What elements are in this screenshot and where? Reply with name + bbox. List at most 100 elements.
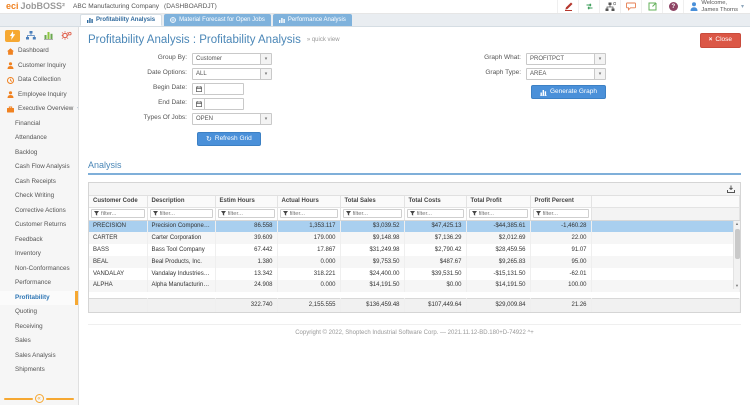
table-scrollbar[interactable]: ▲ ▼ — [733, 220, 740, 290]
sidebar-collapse-button[interactable]: « — [0, 392, 78, 405]
divider — [4, 397, 33, 400]
filter-description[interactable] — [159, 210, 210, 217]
funnel-icon[interactable] — [282, 211, 288, 216]
col-total-costs[interactable]: Total Costs — [404, 195, 467, 208]
chevron-down-icon[interactable]: ▾ — [594, 53, 605, 64]
col-total-profit[interactable]: Total Profit — [466, 195, 531, 208]
sidebar-sub-check-writing[interactable]: Check Writing — [0, 189, 78, 204]
sync-button[interactable] — [578, 0, 599, 13]
tab-profitability-analysis[interactable]: Profitability Analysis — [80, 14, 163, 26]
sidebar-item-customer-inquiry[interactable]: Customer Inquiry — [0, 59, 78, 74]
sidebar-sub-attendance[interactable]: Attendance — [0, 131, 78, 146]
types-of-jobs-select[interactable]: OPEN ▾ — [192, 112, 272, 125]
sidebar-sub-inventory[interactable]: Inventory — [0, 247, 78, 262]
funnel-icon[interactable] — [409, 211, 415, 216]
table-row-carter[interactable]: CARTER Carter Corporation 39.609 179.000 $… — [89, 232, 740, 245]
sidebar-sub-sales[interactable]: Sales — [0, 334, 78, 349]
col-profit-percent[interactable]: Profit Percent — [530, 195, 592, 208]
sidebar-item-employee-inquiry[interactable]: Employee Inquiry — [0, 88, 78, 103]
filter-actual-hours[interactable] — [289, 210, 335, 217]
begin-date-field[interactable] — [192, 82, 244, 95]
filter-total-sales[interactable] — [352, 210, 399, 217]
filter-profit-percent[interactable] — [542, 210, 586, 217]
sidebar-sub-financial[interactable]: Financial — [0, 117, 78, 132]
sidebar-sub-performance[interactable]: Performance — [0, 276, 78, 291]
tab-material-forecast[interactable]: Material Forecast for Open Jobs — [164, 14, 271, 26]
chevron-down-icon[interactable]: ▾ — [594, 68, 605, 79]
begin-date-input[interactable] — [205, 83, 243, 94]
chevron-down-icon[interactable]: ▾ — [260, 68, 271, 79]
table-row-vandalay[interactable]: VANDALAY Vandalay Industries, Inc. 13.342… — [89, 268, 740, 280]
generate-graph-button[interactable]: Generate Graph — [531, 85, 606, 99]
chevron-down-icon: ▾ — [77, 106, 78, 112]
help-button[interactable]: ? — [662, 0, 683, 13]
sidebar-sub-cash-flow-analysis[interactable]: Cash Flow Analysis — [0, 160, 78, 175]
quick-actions-button[interactable] — [5, 29, 20, 42]
col-description[interactable]: Description — [147, 195, 216, 208]
sidebar-sub-backlog[interactable]: Backlog — [0, 146, 78, 161]
sidebar-sub-corrective-actions[interactable]: Corrective Actions — [0, 204, 78, 219]
open-external-button[interactable] — [641, 0, 662, 13]
table-row-beal[interactable]: BEAL Beal Products, Inc. 1.380 0.000 $9,75… — [89, 256, 740, 269]
chevron-down-icon[interactable]: ▾ — [260, 113, 271, 124]
date-options-select[interactable]: ALL ▾ — [192, 67, 272, 80]
close-button[interactable]: × Close — [699, 33, 741, 48]
table-row-bass[interactable]: BASS Bass Tool Company 67.442 17.867 $31,2… — [89, 244, 740, 257]
annotate-pen-button[interactable] — [557, 0, 578, 13]
funnel-icon[interactable] — [94, 211, 99, 216]
sidebar-sub-receiving[interactable]: Receiving — [0, 320, 78, 335]
gears-icon — [61, 31, 72, 40]
sidebar-sub-quoting[interactable]: Quoting — [0, 305, 78, 320]
welcome-text: Welcome, James Thorns — [701, 0, 738, 13]
chat-bubble-icon — [626, 2, 637, 11]
sidebar-sub-customer-returns[interactable]: Customer Returns — [0, 218, 78, 233]
sidebar-sub-feedback[interactable]: Feedback — [0, 233, 78, 248]
sidebar-sub-non-conformances[interactable]: Non-Conformances — [0, 262, 78, 277]
col-customer-code[interactable]: Customer Code — [89, 195, 148, 208]
funnel-icon[interactable] — [345, 211, 351, 216]
org-chart-button[interactable] — [599, 0, 620, 13]
sidebar-item-data-collection[interactable]: Data Collection — [0, 73, 78, 88]
graph-what-select[interactable]: PROFITPCT ▾ — [526, 52, 606, 65]
end-date-label: End Date: — [158, 99, 187, 107]
tab-performance-analysis[interactable]: Performance Analysis — [272, 14, 352, 26]
funnel-icon[interactable] — [535, 211, 541, 216]
user-menu[interactable]: Welcome, James Thorns ▾ — [683, 0, 750, 13]
end-date-field[interactable] — [192, 97, 244, 110]
table-row-alpha[interactable]: ALPHA Alpha Manufacturing, I... 24.908 0.0… — [89, 279, 740, 292]
funnel-icon[interactable] — [220, 211, 226, 216]
graph-type-select[interactable]: AREA ▾ — [526, 67, 606, 80]
chevron-down-icon[interactable]: ▾ — [260, 53, 271, 64]
sidebar-item-dashboard[interactable]: Dashboard — [0, 44, 78, 59]
group-by-select[interactable]: Customer ▾ — [192, 52, 272, 65]
end-date-input[interactable] — [205, 98, 243, 109]
sidebar-sub-cash-receipts[interactable]: Cash Receipts — [0, 175, 78, 190]
scroll-down-icon[interactable]: ▼ — [735, 282, 739, 289]
export-button[interactable] — [727, 185, 735, 193]
sidebar: Dashboard Customer Inquiry Data Collecti… — [0, 27, 79, 405]
sidebar-sub-profitability[interactable]: Profitability — [0, 290, 78, 305]
settings-gears-button[interactable] — [60, 30, 73, 42]
calendar-icon[interactable] — [193, 83, 205, 94]
scrollbar-thumb[interactable] — [734, 228, 740, 260]
chat-button[interactable] — [620, 0, 641, 13]
col-actual-hours[interactable]: Actual Hours — [277, 195, 341, 208]
sidebar-item-executive-overview[interactable]: Executive Overview ▾ — [0, 102, 78, 117]
table-row-precision[interactable]: PRECISION Precision Components,... 86.558… — [89, 220, 740, 233]
calendar-icon[interactable] — [193, 98, 205, 109]
quick-view-link[interactable]: » quick view — [307, 37, 340, 43]
sidebar-sub-shipments[interactable]: Shipments — [0, 363, 78, 378]
filter-total-profit[interactable] — [478, 210, 525, 217]
refresh-grid-button[interactable]: ↻ Refresh Grid — [197, 132, 261, 146]
sidebar-sub-sales-analysis[interactable]: Sales Analysis — [0, 349, 78, 364]
analytics-button[interactable] — [42, 30, 55, 42]
funnel-icon[interactable] — [471, 211, 477, 216]
col-total-sales[interactable]: Total Sales — [340, 195, 405, 208]
funnel-icon[interactable] — [152, 211, 158, 216]
filter-customer-code[interactable] — [101, 210, 142, 217]
filter-estim-hours[interactable] — [227, 210, 272, 217]
scroll-up-icon[interactable]: ▲ — [735, 221, 739, 228]
hierarchy-button[interactable] — [25, 30, 38, 42]
col-estim-hours[interactable]: Estim Hours — [215, 195, 278, 208]
filter-total-costs[interactable] — [416, 210, 461, 217]
